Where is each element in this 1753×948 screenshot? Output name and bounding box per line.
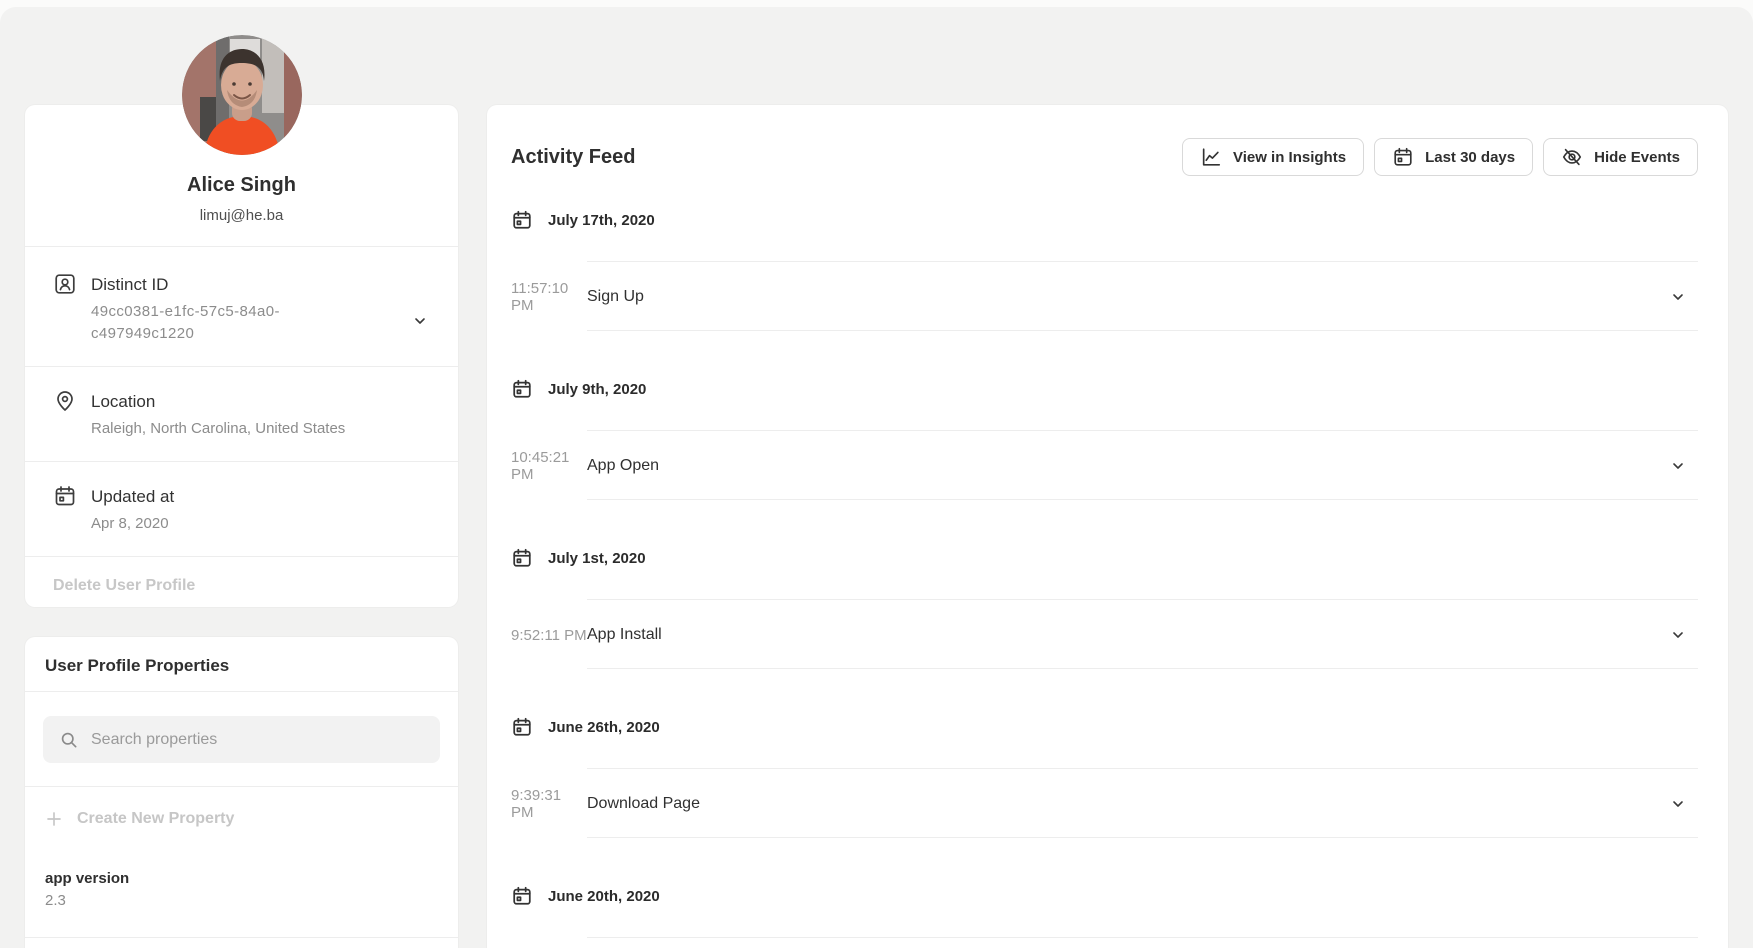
- profile-name: Alice Singh: [25, 173, 458, 197]
- view-in-insights-button[interactable]: View in Insights: [1182, 138, 1364, 176]
- divider: [587, 937, 1698, 938]
- avatar: [182, 35, 302, 155]
- group-date: July 9th, 2020: [548, 381, 646, 398]
- view-in-insights-label: View in Insights: [1233, 149, 1346, 166]
- property-value: 2.3: [45, 891, 438, 911]
- avatar-image: [182, 35, 302, 155]
- divider: [587, 599, 1698, 600]
- location-label: Location: [91, 389, 430, 415]
- updated-at-value: Apr 8, 2020: [91, 513, 430, 535]
- chevron-down-icon[interactable]: [1670, 627, 1686, 643]
- calendar-icon: [53, 484, 77, 508]
- calendar-icon: [511, 885, 533, 907]
- search-properties-input[interactable]: [91, 731, 424, 749]
- profile-email: limuj@he.ba: [25, 206, 458, 226]
- activity-feed-list: July 17th, 2020 11:57:10 PM Sign Up July…: [487, 208, 1728, 938]
- delete-user-profile-button[interactable]: Delete User Profile: [53, 577, 195, 594]
- left-column: Alice Singh limuj@he.ba Distinct ID 49cc…: [25, 105, 458, 948]
- event-time: 9:52:11 PM: [511, 627, 587, 644]
- chevron-down-icon[interactable]: [412, 313, 428, 329]
- calendar-icon: [1392, 146, 1414, 168]
- line-chart-icon: [1200, 146, 1222, 168]
- date-group-header: July 17th, 2020: [511, 208, 1698, 232]
- activity-feed-header: Activity Feed View in Insights Last 30 d…: [487, 105, 1728, 176]
- calendar-icon: [511, 209, 533, 231]
- last-30-days-label: Last 30 days: [1425, 149, 1515, 166]
- date-group-header: June 26th, 2020: [511, 715, 1698, 739]
- chevron-down-icon[interactable]: [1670, 289, 1686, 305]
- event-row[interactable]: 9:52:11 PM App Install: [511, 622, 1698, 648]
- calendar-icon: [511, 716, 533, 738]
- divider: [587, 330, 1698, 331]
- divider: [587, 837, 1698, 838]
- activity-feed-title: Activity Feed: [511, 144, 635, 170]
- event-time: 9:39:31 PM: [511, 787, 587, 821]
- plus-icon: [45, 810, 63, 828]
- location-section: Location Raleigh, North Carolina, United…: [25, 367, 458, 462]
- divider: [587, 668, 1698, 669]
- property-name: app version: [45, 869, 438, 889]
- event-name: App Install: [587, 626, 662, 644]
- divider: [587, 430, 1698, 431]
- create-new-property-button[interactable]: Create New Property: [25, 787, 458, 852]
- updated-at-section: Updated at Apr 8, 2020: [25, 462, 458, 557]
- group-date: June 26th, 2020: [548, 719, 660, 736]
- property-row[interactable]: app version 2.3: [25, 852, 458, 938]
- properties-panel-title: User Profile Properties: [45, 654, 438, 678]
- distinct-id-label: Distinct ID: [91, 272, 430, 298]
- hide-events-button[interactable]: Hide Events: [1543, 138, 1698, 176]
- activity-feed-card: Activity Feed View in Insights Last 30 d…: [487, 105, 1728, 948]
- last-30-days-button[interactable]: Last 30 days: [1374, 138, 1533, 176]
- contact-card-icon: [53, 272, 77, 296]
- create-new-property-label: Create New Property: [77, 810, 234, 828]
- chevron-down-icon[interactable]: [1670, 796, 1686, 812]
- hide-events-label: Hide Events: [1594, 149, 1680, 166]
- group-date: June 20th, 2020: [548, 888, 660, 905]
- event-time: 10:45:21 PM: [511, 449, 587, 483]
- event-row[interactable]: 10:45:21 PM App Open: [511, 453, 1698, 479]
- event-name: App Open: [587, 457, 659, 475]
- date-group-header: July 1st, 2020: [511, 546, 1698, 570]
- delete-profile-row: Delete User Profile: [25, 557, 458, 615]
- location-value: Raleigh, North Carolina, United States: [91, 418, 430, 440]
- event-time: 11:57:10 PM: [511, 280, 587, 314]
- chevron-down-icon[interactable]: [1670, 458, 1686, 474]
- calendar-icon: [511, 378, 533, 400]
- event-row[interactable]: 11:57:10 PM Sign Up: [511, 284, 1698, 310]
- date-group-header: June 20th, 2020: [511, 884, 1698, 908]
- divider: [587, 499, 1698, 500]
- distinct-id-section: Distinct ID 49cc0381-e1fc-57c5-84a0-c497…: [25, 247, 458, 367]
- eye-off-icon: [1561, 146, 1583, 168]
- distinct-id-value: 49cc0381-e1fc-57c5-84a0-c497949c1220: [91, 301, 309, 345]
- search-icon: [59, 730, 79, 750]
- calendar-icon: [511, 547, 533, 569]
- feed-action-buttons: View in Insights Last 30 days Hi: [1182, 138, 1698, 176]
- updated-at-label: Updated at: [91, 484, 430, 510]
- user-profile-properties-card: User Profile Properties Create New Prope…: [25, 637, 458, 948]
- location-pin-icon: [53, 389, 77, 413]
- date-group-header: July 9th, 2020: [511, 377, 1698, 401]
- event-row[interactable]: 9:39:31 PM Download Page: [511, 791, 1698, 817]
- event-name: Download Page: [587, 795, 700, 813]
- event-name: Sign Up: [587, 288, 644, 306]
- divider: [587, 261, 1698, 262]
- group-date: July 17th, 2020: [548, 212, 655, 229]
- divider: [587, 768, 1698, 769]
- user-profile-card: Alice Singh limuj@he.ba Distinct ID 49cc…: [25, 105, 458, 607]
- search-properties-box[interactable]: [43, 716, 440, 763]
- group-date: July 1st, 2020: [548, 550, 646, 567]
